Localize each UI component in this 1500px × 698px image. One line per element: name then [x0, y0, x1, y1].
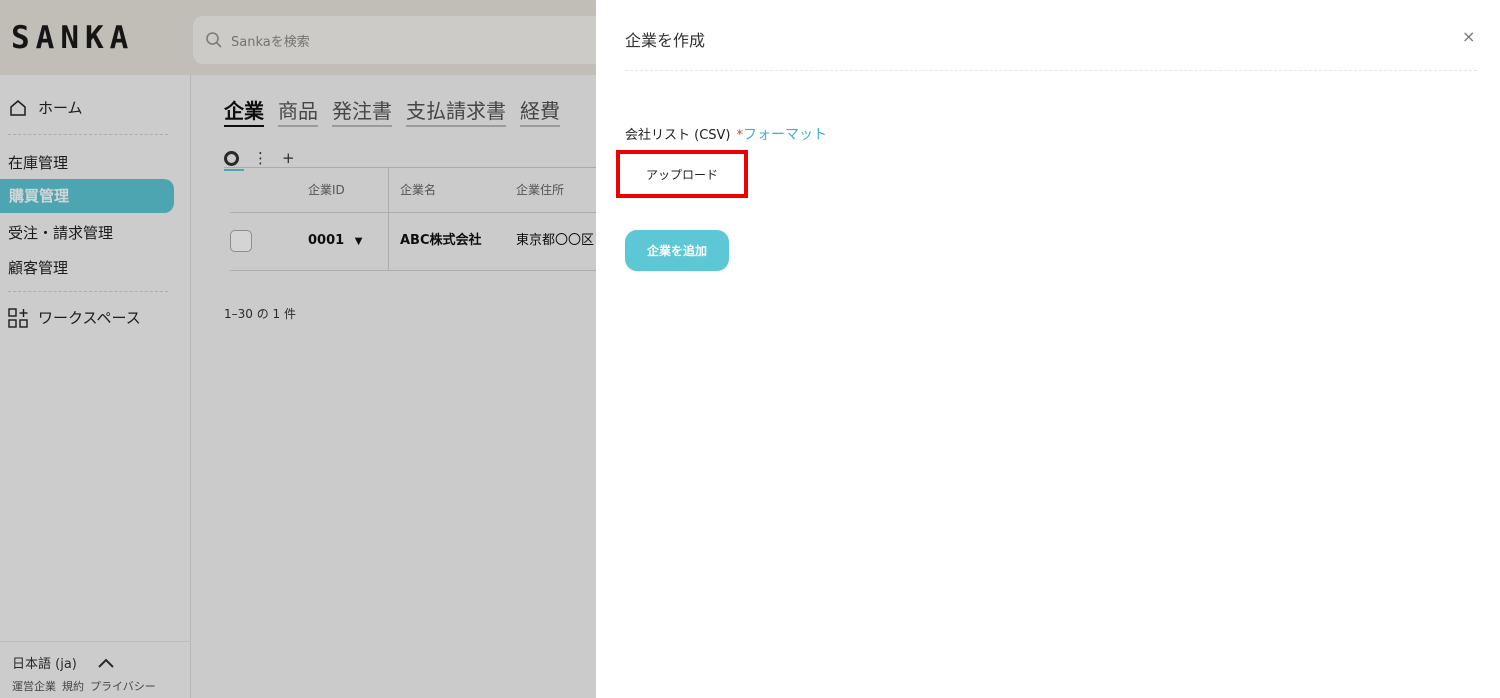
- close-icon[interactable]: ×: [1462, 27, 1475, 46]
- csv-field-label: 会社リスト (CSV) *フォーマット: [625, 124, 827, 144]
- csv-label-text: 会社リスト (CSV): [625, 128, 731, 143]
- drawer-header-divider: [625, 70, 1477, 71]
- create-company-drawer: 企業を作成 × 会社リスト (CSV) *フォーマット アップロード 企業を追加: [596, 0, 1500, 698]
- format-link[interactable]: フォーマット: [743, 127, 827, 143]
- drawer-title: 企業を作成: [625, 31, 706, 50]
- upload-button[interactable]: アップロード: [621, 155, 743, 193]
- add-company-button[interactable]: 企業を追加: [625, 230, 729, 271]
- app-background: SANKA Sankaを検索 ホーム 在庫管理 購買管理 受注・請求管理 顧客管…: [0, 0, 596, 698]
- modal-backdrop[interactable]: [0, 0, 596, 698]
